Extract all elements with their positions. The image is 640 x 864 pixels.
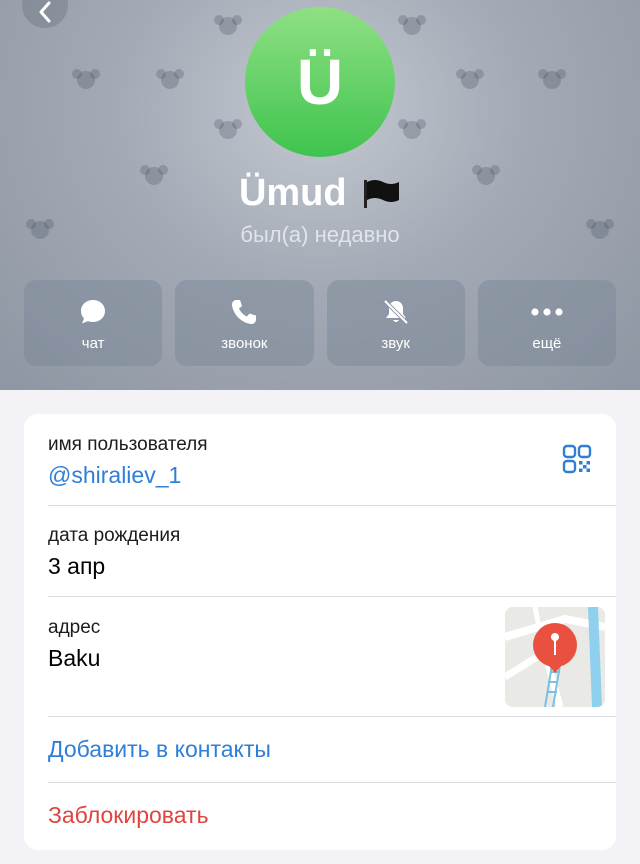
add-contact-button[interactable]: Добавить в контакты	[48, 736, 271, 763]
profile-header: Ü Ümud был(а) недавно чат звонок звук ещ…	[0, 0, 640, 390]
avatar[interactable]: Ü	[245, 7, 395, 157]
mute-button[interactable]: звук	[326, 280, 465, 366]
map-image	[505, 607, 605, 707]
call-button[interactable]: звонок	[175, 280, 314, 366]
avatar-letter: Ü	[296, 46, 344, 118]
chat-label: чат	[81, 334, 105, 352]
bell-slash-icon	[383, 299, 409, 324]
call-label: звонок	[221, 334, 268, 352]
action-bar: чат звонок звук ещё	[24, 280, 616, 366]
more-label: ещё	[532, 334, 562, 352]
block-button[interactable]: Заблокировать	[48, 802, 209, 829]
black-flag-icon	[364, 179, 400, 208]
birthday-label: дата рождения	[48, 525, 181, 546]
username-label: имя пользователя	[48, 434, 208, 455]
birthday-row: дата рождения 3 апр	[24, 506, 616, 597]
phone-icon	[232, 299, 257, 324]
add-contact-row[interactable]: Добавить в контакты	[24, 717, 616, 782]
info-card: имя пользователя @shiraliev_1 дата рожде…	[24, 414, 616, 850]
name-row: Ümud	[0, 172, 640, 215]
more-button[interactable]: ещё	[477, 280, 616, 366]
qr-code-icon[interactable]	[562, 444, 592, 474]
chevron-left-icon	[39, 1, 51, 23]
address-label: адрес	[48, 617, 101, 638]
chat-button[interactable]: чат	[24, 280, 163, 366]
address-value: Baku	[48, 645, 101, 671]
profile-name: Ümud	[238, 172, 347, 214]
last-seen-status: был(а) недавно	[240, 222, 400, 247]
block-row[interactable]: Заблокировать	[24, 783, 616, 850]
sound-label: звук	[381, 334, 410, 352]
map-thumbnail[interactable]	[505, 607, 605, 707]
more-dots-icon	[531, 307, 563, 316]
chat-bubble-icon	[81, 299, 106, 323]
username-value[interactable]: @shiraliev_1	[48, 462, 181, 489]
birthday-value: 3 апр	[48, 553, 106, 579]
username-row[interactable]: имя пользователя @shiraliev_1	[24, 414, 616, 506]
